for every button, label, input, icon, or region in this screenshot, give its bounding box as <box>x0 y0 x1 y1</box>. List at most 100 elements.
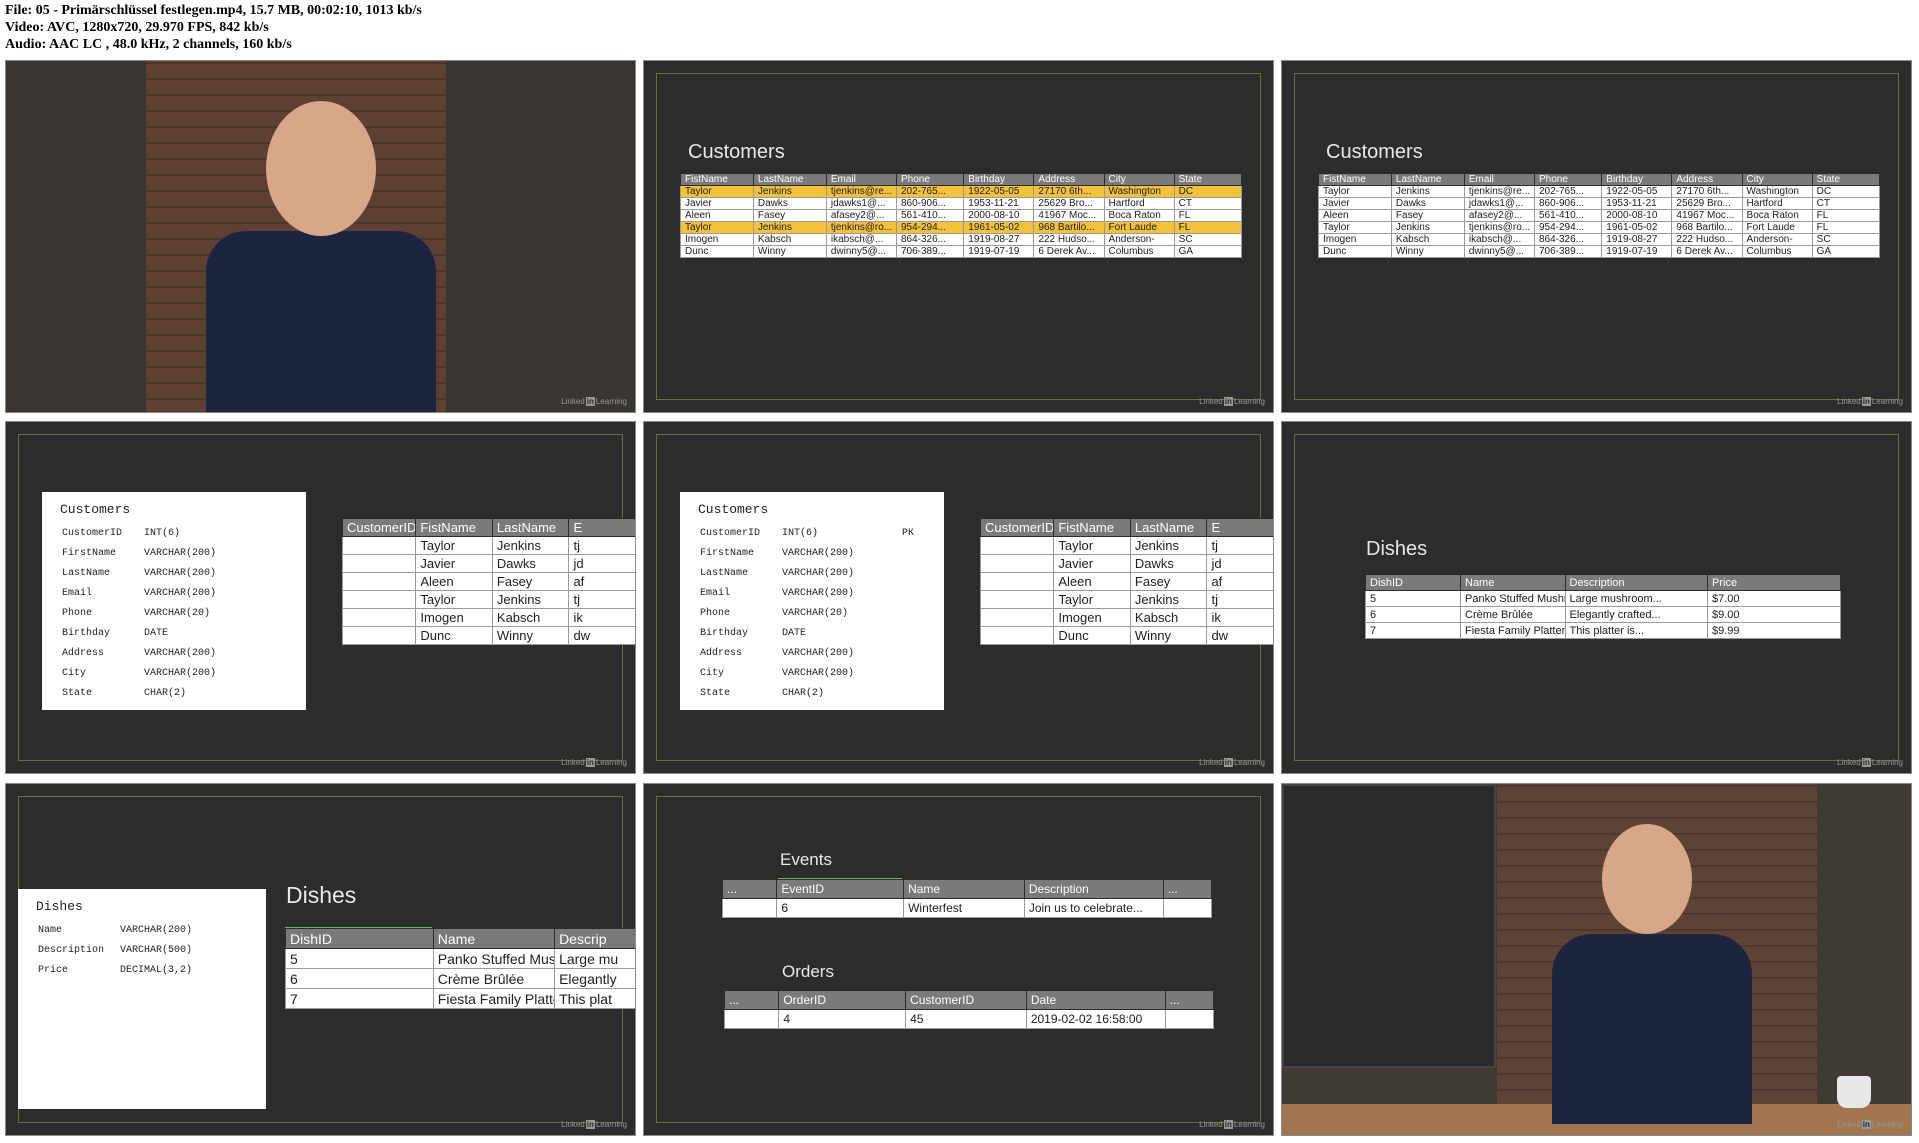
column-header: ... <box>1162 879 1213 899</box>
field-type: VARCHAR(200) <box>782 567 855 579</box>
field-type: VARCHAR(200) <box>144 647 217 659</box>
table-row: 7 Fiesta Family Platter This plat <box>285 988 635 1009</box>
table-cell: Anderson- <box>1741 233 1813 246</box>
table-cell: 561-410... <box>1533 209 1603 222</box>
table-cell: Boca Raton <box>1741 209 1813 222</box>
table-cell: 4 <box>778 1009 907 1029</box>
column-header: Name <box>1460 574 1566 591</box>
field-type: VARCHAR(200) <box>144 587 217 599</box>
customers-schema-card: Customers CustomerID INT(6) PK FirstName VARC… <box>680 492 944 710</box>
table-cell: Washington <box>1741 185 1813 198</box>
linkedin-learning-watermark: Linked in Learning <box>1837 1120 1903 1129</box>
table-cell: Winny <box>491 626 570 645</box>
thumbnail-customers-highlighted[interactable]: Customers FistName LastName Email Phone Birt… <box>643 60 1274 413</box>
table-cell: Taylor <box>680 185 754 198</box>
table-cell: Kabsch <box>1390 233 1465 246</box>
table-cell: Columbus <box>1741 245 1813 258</box>
table-cell: 6 Derek Av... <box>1033 245 1105 258</box>
thumbnail-dishes-schema[interactable]: Dishes Name VARCHAR(200) Description VARCHAR… <box>5 783 636 1136</box>
table-cell: Columbus <box>1103 245 1175 258</box>
thumbnail-presenter-2[interactable]: Linked in Learning <box>1281 783 1912 1136</box>
table-cell: af <box>1206 572 1273 591</box>
schema-field-row: Email VARCHAR(200) <box>680 583 944 603</box>
file-info-header: File: 05 - Primärschlüssel festlegen.mp4… <box>5 2 422 53</box>
table-row: Imogen Kabsch ikabsch@... 864-326... 1919-08… <box>1318 233 1881 246</box>
field-name: City <box>62 667 87 679</box>
schema-title: Customers <box>698 502 769 517</box>
thumbnail-events-orders[interactable]: Events ... EventID Name Description... 6 Wint… <box>643 783 1274 1136</box>
table-cell: ikabsch@... <box>825 233 897 246</box>
column-header: ... <box>723 990 780 1010</box>
table-cell: FL <box>1811 221 1881 234</box>
table-row: Dunc Winny dwinny5@... 706-389... 1919-07-19… <box>680 245 1243 258</box>
table-row: Imogen Kabsch ikabsch@... 864-326... 1919-08… <box>680 233 1243 246</box>
table-cell: DC <box>1173 185 1243 198</box>
customer-id-table: CustomerID FistName LastName E Taylor Jenkins… <box>979 518 1273 645</box>
table-cell: Aleen <box>1318 209 1392 222</box>
table-cell: Jenkins <box>1129 536 1208 555</box>
thumbnail-dishes[interactable]: Dishes DishID Name Description Price 5 Panko … <box>1281 421 1912 774</box>
table-cell: SC <box>1173 233 1243 246</box>
thumbnail-customers-plain[interactable]: Customers FistName LastName Email Phone Birt… <box>1281 60 1912 413</box>
table-cell: Jenkins <box>752 221 827 234</box>
table-cell: Fasey <box>491 572 570 591</box>
table-header-row: CustomerID FistName LastName E <box>341 518 635 537</box>
table-cell: Aleen <box>680 209 754 222</box>
table-cell: Boca Raton <box>1103 209 1175 222</box>
linkedin-learning-watermark: Linked in Learning <box>561 758 627 767</box>
column-header: ... <box>721 879 778 899</box>
table-cell: Kabsch <box>491 608 570 627</box>
table-cell: Taylor <box>1318 221 1392 234</box>
table-cell: 7 <box>1365 622 1461 639</box>
thumbnail-customers-schema-pk[interactable]: Customers CustomerID INT(6) PK FirstName VARC… <box>643 421 1274 774</box>
table-cell: Imogen <box>415 608 493 627</box>
schema-field-row: LastName VARCHAR(200) <box>680 563 944 583</box>
schema-title: Customers <box>60 502 131 517</box>
table-cell: GA <box>1811 245 1881 258</box>
table-cell <box>341 590 417 609</box>
field-type: VARCHAR(200) <box>782 587 855 599</box>
thumbnail-presenter-1[interactable]: Linked in Learning <box>5 60 636 413</box>
table-row: Imogen Kabsch ik <box>979 608 1273 627</box>
schema-field-row: LastName VARCHAR(200) <box>42 563 306 583</box>
table-cell: dwinny5@... <box>825 245 897 258</box>
linkedin-learning-watermark: Linked in Learning <box>1837 758 1903 767</box>
field-name: CustomerID <box>62 527 123 539</box>
column-header: DishID <box>285 928 434 949</box>
table-cell: Jenkins <box>1390 185 1465 198</box>
column-header: Email <box>825 173 897 186</box>
column-header: OrderID <box>778 990 907 1010</box>
table-cell: Dunc <box>1053 626 1131 645</box>
table-cell <box>341 554 417 573</box>
field-type: VARCHAR(200) <box>782 667 855 679</box>
table-cell: 6 <box>776 898 905 918</box>
table-row: Taylor Jenkins tjenkins@re... 202-765... 192… <box>680 185 1243 198</box>
table-cell: 7 <box>285 988 434 1009</box>
table-cell <box>979 536 1055 555</box>
table-cell: 202-765... <box>895 185 965 198</box>
table-cell: Dawks <box>1390 197 1465 210</box>
table-header-row: ... EventID Name Description... <box>721 879 1213 899</box>
thumbnail-customers-schema[interactable]: Customers CustomerID INT(6) FirstName VARCHA… <box>5 421 636 774</box>
table-cell: Javier <box>415 554 493 573</box>
table-header-row: FistName LastName Email Phone Birthday Addres… <box>680 173 1243 186</box>
table-row: Taylor Jenkins tj <box>341 590 635 609</box>
table-cell: tjenkins@re... <box>1463 185 1535 198</box>
table-cell: FL <box>1811 209 1881 222</box>
coffee-mug <box>1837 1076 1871 1108</box>
table-cell <box>979 554 1055 573</box>
table-cell <box>1162 898 1213 918</box>
field-type: DATE <box>782 627 807 639</box>
schema-field-row: Address VARCHAR(200) <box>680 643 944 663</box>
column-header: LastName <box>1390 173 1465 186</box>
customer-id-table: CustomerID FistName LastName E Taylor Jenkins… <box>341 518 635 645</box>
table-row: Imogen Kabsch ik <box>341 608 635 627</box>
table-cell: Panko Stuffed Mushrooms <box>432 948 556 969</box>
table-cell <box>341 572 417 591</box>
table-cell: Jenkins <box>1129 590 1208 609</box>
table-cell: Winterfest <box>903 898 1025 918</box>
table-cell: 968 Bartilo... <box>1671 221 1743 234</box>
table-cell: 1919-08-27 <box>963 233 1035 246</box>
column-header: State <box>1173 173 1243 186</box>
field-type: INT(6) <box>782 527 819 539</box>
